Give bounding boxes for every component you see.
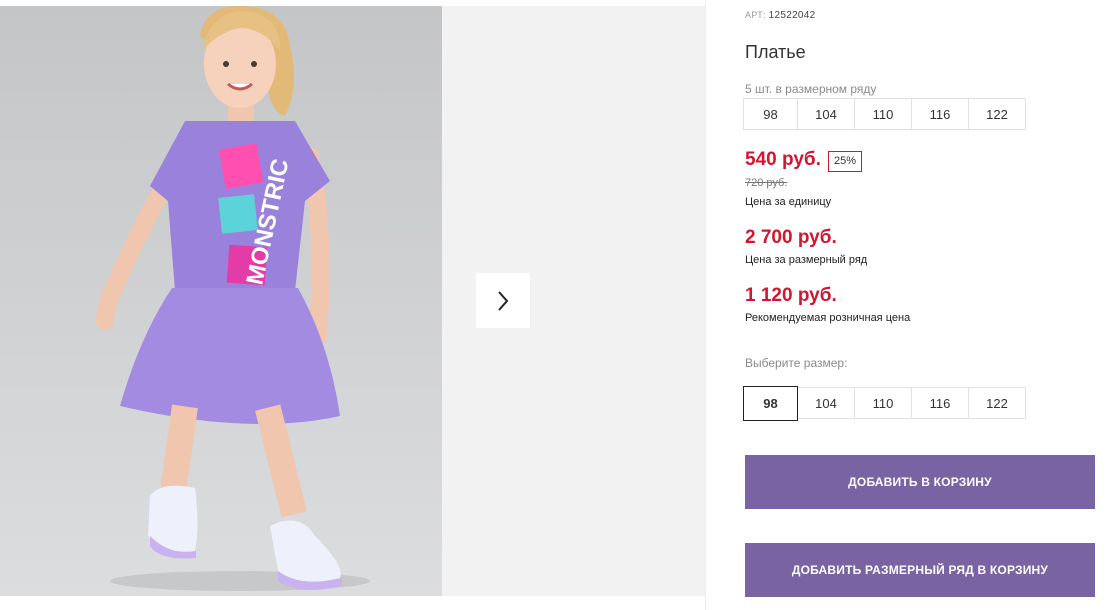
pack-size-table: 98 104 110 116 122 <box>743 98 1026 130</box>
pack-size-cell: 116 <box>911 98 969 130</box>
add-pack-to-cart-button[interactable]: ДОБАВИТЬ РАЗМЕРНЫЙ РЯД В КОРЗИНУ <box>745 543 1095 597</box>
old-price: 720 руб. <box>745 177 788 189</box>
article-value: 12522042 <box>768 10 816 21</box>
pack-size-cell: 98 <box>743 98 798 130</box>
product-photo[interactable]: MONSTRIC <box>0 6 442 596</box>
size-option[interactable]: 116 <box>911 387 969 419</box>
pack-price: 2 700 руб. <box>745 227 837 248</box>
pack-size-cell: 110 <box>854 98 912 130</box>
product-title: Платье <box>745 42 806 62</box>
size-option[interactable]: 122 <box>968 387 1026 419</box>
pack-price-caption: Цена за размерный ряд <box>745 254 868 266</box>
unit-price-caption: Цена за единицу <box>745 196 832 208</box>
discount-badge: 25% <box>828 151 863 172</box>
article-number: АРТ: 12522042 <box>745 10 816 21</box>
size-option[interactable]: 110 <box>854 387 912 419</box>
pack-quantity-note: 5 шт. в размерном ряду <box>745 82 877 96</box>
add-to-cart-button[interactable]: ДОБАВИТЬ В КОРЗИНУ <box>745 455 1095 509</box>
choose-size-label: Выберите размер: <box>745 356 848 370</box>
retail-price: 1 120 руб. <box>745 285 837 306</box>
size-selector: 98 104 110 116 122 <box>743 386 1026 421</box>
size-option[interactable]: 104 <box>797 387 855 419</box>
article-label: АРТ: <box>745 10 766 20</box>
pack-size-cell: 104 <box>797 98 855 130</box>
chevron-right-icon <box>498 290 509 311</box>
retail-price-caption: Рекомендуемая розничная цена <box>745 312 911 324</box>
girl-in-dress-illustration: MONSTRIC <box>96 6 370 591</box>
unit-price: 540 руб. <box>745 149 821 170</box>
pack-size-cell: 122 <box>968 98 1026 130</box>
next-image-button[interactable] <box>476 273 530 328</box>
column-divider <box>705 0 706 610</box>
product-gallery: MONSTRIC <box>0 0 705 610</box>
size-option-selected[interactable]: 98 <box>743 386 798 421</box>
